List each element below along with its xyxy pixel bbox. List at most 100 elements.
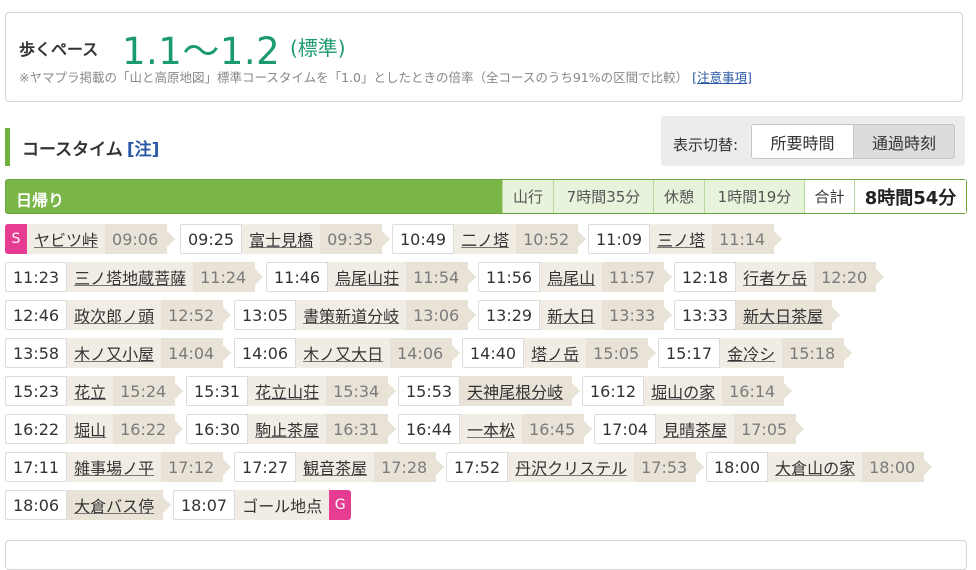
waypoint: S ヤビツ峠 09:06 xyxy=(5,224,176,254)
departure-time: 09:35 xyxy=(320,224,391,254)
waypoint-name[interactable]: 観音茶屋 xyxy=(296,452,375,482)
course-time-note-link[interactable]: [注] xyxy=(127,140,160,160)
waypoint-name[interactable]: 木ノ又小屋 xyxy=(67,338,162,368)
waypoint: 11:46 烏尾山荘 11:54 xyxy=(266,262,477,292)
arrival-time: 17:52 xyxy=(446,452,509,482)
departure-time: 17:28 xyxy=(374,452,445,482)
waypoint-name[interactable]: 富士見橋 xyxy=(242,224,321,254)
departure-time: 17:12 xyxy=(161,452,232,482)
departure-time: 14:04 xyxy=(161,338,232,368)
arrival-time: 15:17 xyxy=(658,338,721,368)
waypoint-name[interactable]: 天神尾根分岐 xyxy=(460,376,581,406)
departure-time: 16:31 xyxy=(326,414,397,444)
arrival-time: 11:23 xyxy=(5,262,68,292)
waypoint-name[interactable]: 書策新道分岐 xyxy=(296,300,407,330)
waypoint: 13:05 書策新道分岐 13:06 xyxy=(234,300,477,330)
departure-time: 11:24 xyxy=(193,262,264,292)
departure-time: 11:54 xyxy=(406,262,477,292)
departure-time: 16:45 xyxy=(522,414,593,444)
waypoint-name[interactable]: 堀山の家 xyxy=(644,376,723,406)
arrival-time: 18:06 xyxy=(5,490,68,520)
waypoint: 16:22 堀山 16:22 xyxy=(5,414,184,444)
passing-time-button[interactable]: 通過時刻 xyxy=(853,124,955,159)
waypoint: 13:29 新大日 13:33 xyxy=(478,300,673,330)
waypoint-name[interactable]: 行者ケ岳 xyxy=(736,262,815,292)
departure-time: 15:24 xyxy=(113,376,184,406)
waypoint-name[interactable]: 三ノ塔 xyxy=(650,224,713,254)
waypoint-name[interactable]: 大倉バス停 xyxy=(67,490,172,520)
waypoint: 11:23 三ノ塔地蔵菩薩 11:24 xyxy=(5,262,264,292)
departure-time: 11:57 xyxy=(602,262,673,292)
waypoint-name[interactable]: 塔ノ岳 xyxy=(524,338,587,368)
arrival-time: 11:46 xyxy=(266,262,329,292)
waypoint-name[interactable]: 烏尾山荘 xyxy=(328,262,407,292)
waypoint: 12:18 行者ケ岳 12:20 xyxy=(674,262,885,292)
waypoint-name[interactable]: 見晴茶屋 xyxy=(656,414,735,444)
arrival-time: 18:07 xyxy=(173,490,236,520)
day-label: 日帰り xyxy=(16,191,65,210)
departure-time: 14:06 xyxy=(390,338,461,368)
waypoint: 18:07 ゴール地点 G xyxy=(173,490,352,520)
waypoint-name[interactable]: 新大日茶屋 xyxy=(736,300,841,330)
display-switch-label: 表示切替: xyxy=(673,136,739,154)
arrival-time: 16:30 xyxy=(186,414,249,444)
waypoint-name[interactable]: 政次郎ノ頭 xyxy=(67,300,162,330)
arrival-time: 11:09 xyxy=(588,224,651,254)
waypoint-name[interactable]: 三ノ塔地蔵菩薩 xyxy=(67,262,194,292)
waypoint-name[interactable]: 花立山荘 xyxy=(248,376,327,406)
course-time-title: コースタイム [注] xyxy=(22,135,159,160)
rest-time: 1時間19分 xyxy=(704,180,804,213)
pace-note: ※ヤマプラ掲載の「山と高原地図」標準コースタイムを「1.0」としたときの倍率（全… xyxy=(19,67,752,86)
arrival-time: 17:27 xyxy=(234,452,297,482)
arrival-time: 16:44 xyxy=(398,414,461,444)
waypoint: 09:25 富士見橋 09:35 xyxy=(180,224,391,254)
caution-link[interactable]: [注意事項] xyxy=(692,70,752,85)
waypoint-name[interactable]: ヤビツ峠 xyxy=(27,224,106,254)
waypoint-name[interactable]: 二ノ塔 xyxy=(454,224,517,254)
departure-time: 13:33 xyxy=(602,300,673,330)
waypoint-name[interactable]: 烏尾山 xyxy=(540,262,603,292)
waypoint-name[interactable]: 堀山 xyxy=(67,414,114,444)
departure-time: 10:52 xyxy=(516,224,587,254)
departure-time: 09:06 xyxy=(105,224,176,254)
waypoint-name[interactable]: 大倉山の家 xyxy=(768,452,863,482)
waypoint: 18:00 大倉山の家 18:00 xyxy=(706,452,933,482)
arrival-time: 09:25 xyxy=(180,224,243,254)
waypoint: 15:31 花立山荘 15:34 xyxy=(186,376,397,406)
waypoint: 15:23 花立 15:24 xyxy=(5,376,184,406)
arrival-time: 11:56 xyxy=(478,262,541,292)
total-time: 8時間54分 xyxy=(854,180,966,213)
waypoint-name[interactable]: 駒止茶屋 xyxy=(248,414,327,444)
pace-note-text: ※ヤマプラ掲載の「山と高原地図」標準コースタイムを「1.0」としたときの倍率（全… xyxy=(19,70,689,85)
waypoint: 18:06 大倉バス停 xyxy=(5,490,172,520)
display-switch: 表示切替: 所要時間 通過時刻 xyxy=(661,116,965,166)
pace-standard: (標準) xyxy=(290,36,346,60)
waypoint-name[interactable]: 金冷シ xyxy=(720,338,783,368)
arrival-time: 15:53 xyxy=(398,376,461,406)
waypoint-name[interactable]: 木ノ又大日 xyxy=(296,338,391,368)
departure-time: 12:52 xyxy=(161,300,232,330)
waypoint-name[interactable]: 一本松 xyxy=(460,414,523,444)
waypoint: 13:58 木ノ又小屋 14:04 xyxy=(5,338,232,368)
waypoint-name[interactable]: 新大日 xyxy=(540,300,603,330)
departure-time: 15:05 xyxy=(586,338,657,368)
arrival-time: 15:31 xyxy=(186,376,249,406)
arrival-time: 16:22 xyxy=(5,414,68,444)
waypoint: 17:27 観音茶屋 17:28 xyxy=(234,452,445,482)
pace-label: 歩くペース xyxy=(19,40,99,59)
waypoint: 16:12 堀山の家 16:14 xyxy=(582,376,793,406)
required-time-button[interactable]: 所要時間 xyxy=(751,124,854,159)
waypoint: 15:53 天神尾根分岐 xyxy=(398,376,581,406)
waypoint-name[interactable]: 花立 xyxy=(67,376,114,406)
arrival-time: 16:12 xyxy=(582,376,645,406)
waypoint: 12:46 政次郎ノ頭 12:52 xyxy=(5,300,232,330)
waypoint: 16:30 駒止茶屋 16:31 xyxy=(186,414,397,444)
arrival-time: 17:11 xyxy=(5,452,68,482)
waypoint: 11:56 烏尾山 11:57 xyxy=(478,262,673,292)
departure-time: 15:18 xyxy=(782,338,853,368)
arrival-time: 14:40 xyxy=(462,338,525,368)
waypoint-name[interactable]: 雑事場ノ平 xyxy=(67,452,162,482)
waypoint-name[interactable]: 丹沢クリステル xyxy=(508,452,635,482)
goal-marker: G xyxy=(329,490,352,520)
arrival-time: 13:33 xyxy=(674,300,737,330)
